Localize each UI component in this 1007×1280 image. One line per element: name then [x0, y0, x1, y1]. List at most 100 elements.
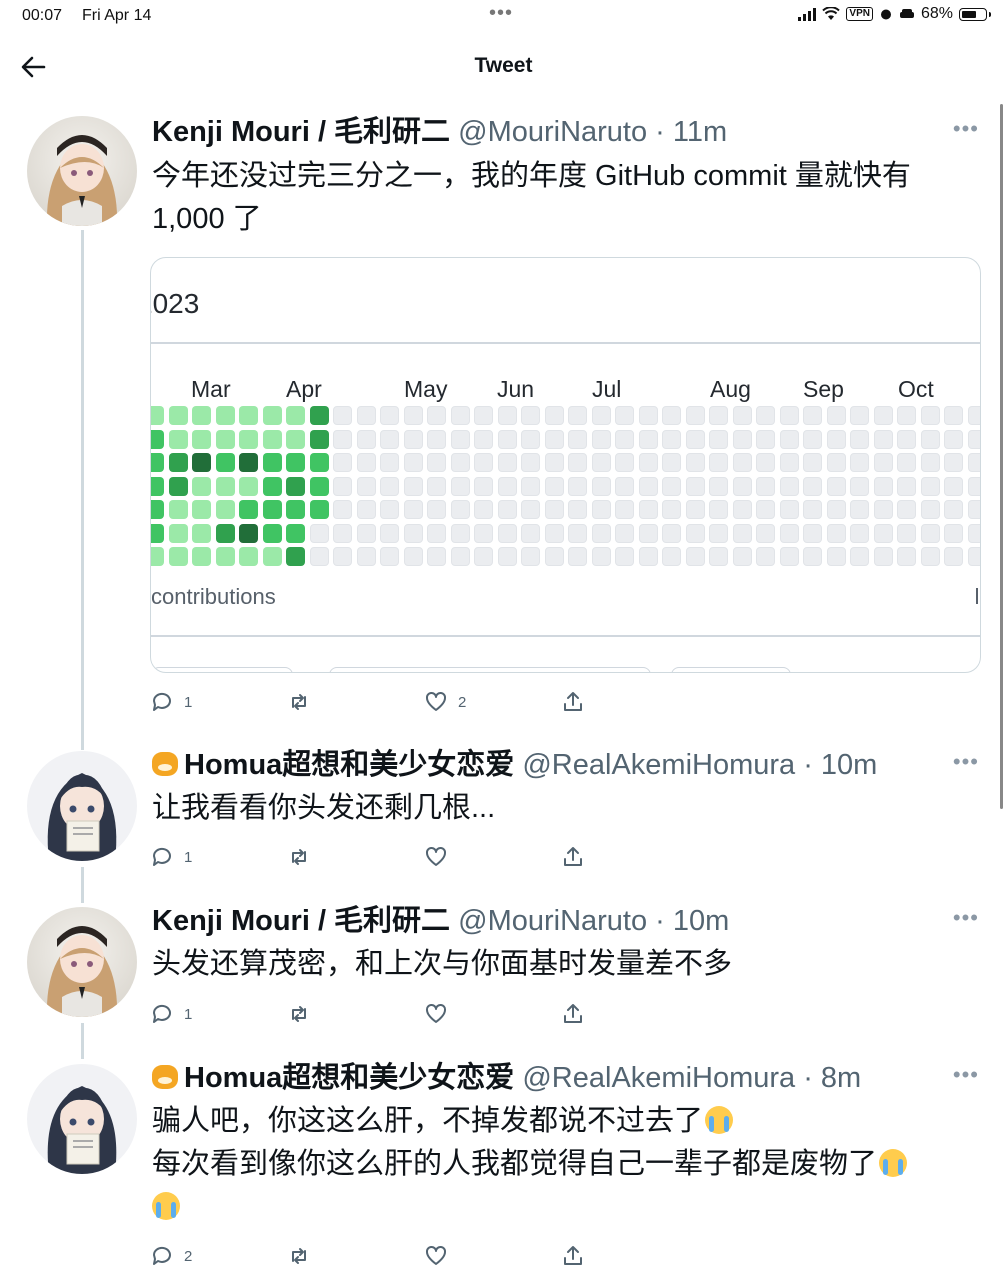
reply-button[interactable]: 1	[150, 690, 192, 714]
tiger-emoji-icon	[152, 752, 178, 776]
month-label: Sep	[803, 376, 844, 402]
contribution-cell	[850, 453, 869, 472]
display-name[interactable]: Kenji Mouri / 毛利研二	[152, 905, 450, 937]
vpn-badge: VPN	[846, 7, 873, 21]
avatar[interactable]	[27, 907, 137, 1017]
contribution-cell	[615, 523, 634, 543]
like-button[interactable]	[424, 845, 448, 869]
contribution-cell	[151, 406, 164, 425]
reply-button[interactable]: 1	[150, 845, 192, 869]
share-button[interactable]	[561, 1244, 585, 1268]
heart-icon	[426, 1245, 446, 1265]
scrollbar[interactable]	[1000, 104, 1003, 809]
year-label: 2023	[151, 288, 200, 319]
month-label: Aug	[710, 376, 751, 402]
contribution-cell	[239, 453, 258, 472]
contribution-cell	[151, 547, 164, 566]
thread-line	[81, 1023, 84, 1059]
like-button[interactable]	[424, 1244, 448, 1268]
contribution-cell	[685, 547, 705, 566]
reply-button[interactable]: 2	[150, 1244, 192, 1268]
contribution-cell	[215, 523, 235, 543]
contribution-cell	[309, 523, 329, 543]
like-button[interactable]: 2	[424, 690, 466, 714]
handle-time[interactable]: @RealAkemiHomura · 8m	[522, 1062, 861, 1094]
share-button[interactable]	[561, 845, 585, 869]
month-label: Mar	[191, 376, 231, 402]
contribution-cell	[826, 476, 846, 496]
contribution-cell	[756, 476, 775, 496]
contribution-graph-image[interactable]: 2023 Mar Apr May Jun Jul Aug Sep Oct con…	[150, 257, 981, 673]
contribution-cell	[521, 500, 540, 519]
more-options-icon[interactable]: •••	[953, 1062, 979, 1088]
reply-icon	[152, 1004, 171, 1023]
contribution-cell	[403, 429, 423, 449]
contribution-cell	[967, 429, 980, 449]
reply-button[interactable]: 1	[150, 1002, 192, 1026]
display-name[interactable]: Homua超想和美少女恋爱	[184, 749, 514, 781]
contribution-cell	[521, 476, 540, 496]
contribution-cell	[450, 500, 470, 519]
share-button[interactable]	[561, 1002, 585, 1026]
contribution-cell	[826, 406, 846, 425]
more-options-icon[interactable]: •••	[953, 905, 979, 931]
avatar[interactable]	[27, 751, 137, 861]
retweet-button[interactable]	[287, 1002, 311, 1026]
retweet-button[interactable]	[287, 690, 311, 714]
contribution-cell	[427, 476, 446, 496]
reply-count: 1	[184, 848, 193, 866]
multitasking-dots-icon[interactable]: •••	[489, 2, 513, 25]
contribution-cell	[873, 523, 893, 543]
month-label: Jun	[497, 376, 535, 402]
contribution-cell	[192, 547, 211, 566]
avatar[interactable]	[27, 1064, 137, 1174]
like-button[interactable]	[424, 1002, 448, 1026]
contribution-cell	[850, 429, 869, 449]
contribution-cell	[709, 523, 728, 543]
anime-girl-avatar-icon	[27, 907, 137, 1017]
contribution-cell	[192, 476, 211, 496]
contribution-cell	[521, 547, 540, 566]
contribution-cell	[591, 453, 611, 472]
more-options-icon[interactable]: •••	[953, 116, 979, 142]
car-icon	[899, 9, 914, 18]
contribution-cell	[732, 500, 752, 519]
contribution-cell	[286, 500, 305, 519]
display-name[interactable]: Homua超想和美少女恋爱	[184, 1062, 514, 1094]
contribution-cell	[709, 406, 728, 425]
contribution-cell	[356, 547, 376, 566]
contribution-cell	[474, 453, 493, 472]
contribution-cell	[450, 547, 470, 566]
tweet-text: 今年还没过完三分之一，我的年度 GitHub commit 量就快有 1,000…	[152, 155, 982, 241]
contribution-cell	[803, 429, 822, 449]
contribution-cell	[168, 523, 188, 543]
contribution-cell	[591, 476, 611, 496]
contribution-cell	[638, 500, 658, 519]
tweet-text: 骗人吧，你这这么肝，不掉发都说不过去了 每次看到像你这么肝的人我都觉得自己一辈子…	[152, 1100, 982, 1229]
contribution-cell	[967, 476, 980, 496]
retweet-button[interactable]	[287, 1244, 311, 1268]
display-name[interactable]: Kenji Mouri / 毛利研二	[152, 116, 450, 148]
contribution-cell	[873, 547, 893, 566]
contribution-cell	[756, 500, 775, 519]
page-title: Tweet	[474, 54, 533, 77]
like-count: 2	[458, 693, 467, 711]
contribution-cell	[685, 453, 705, 472]
contribution-cell	[685, 523, 705, 543]
contribution-cell	[944, 429, 963, 449]
contribution-cell	[151, 523, 164, 543]
share-button[interactable]	[561, 690, 585, 714]
handle-time[interactable]: @MouriNaruto · 10m	[458, 905, 729, 937]
divider	[976, 588, 978, 604]
handle-time[interactable]: @MouriNaruto · 11m	[458, 116, 727, 148]
contribution-cell	[826, 523, 846, 543]
contribution-cell	[709, 453, 728, 472]
contribution-cell	[591, 547, 611, 566]
contribution-cell	[662, 476, 681, 496]
avatar[interactable]	[27, 116, 137, 226]
retweet-button[interactable]	[287, 845, 311, 869]
more-options-icon[interactable]: •••	[953, 749, 979, 775]
contribution-cell	[709, 547, 728, 566]
handle-time[interactable]: @RealAkemiHomura · 10m	[522, 749, 877, 781]
contribution-cell	[850, 547, 869, 566]
